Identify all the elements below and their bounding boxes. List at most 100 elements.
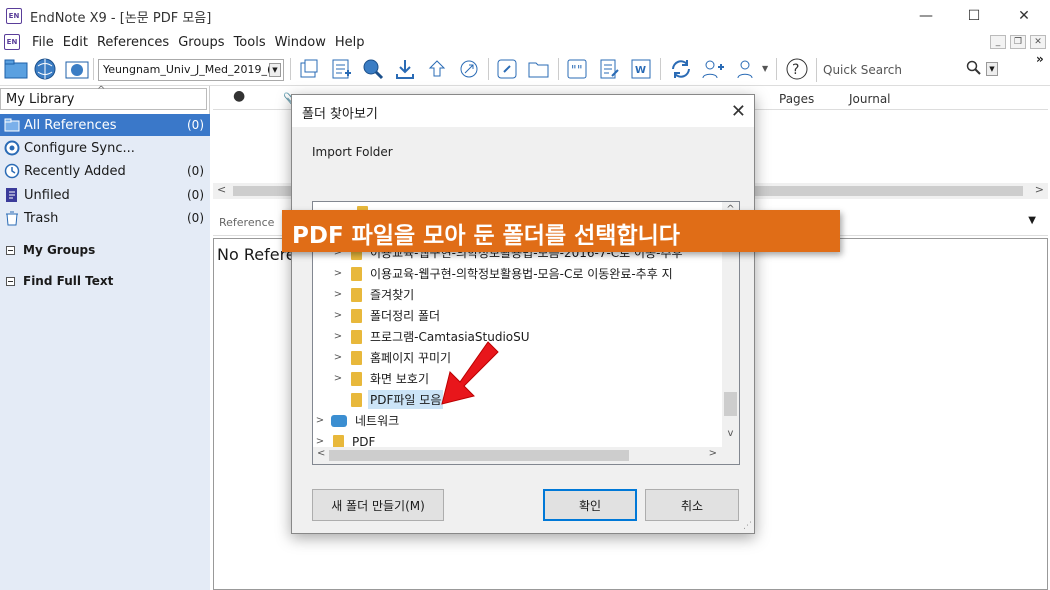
tab-reference[interactable]: Reference — [219, 216, 274, 229]
search-options-dropdown[interactable]: ▼ — [986, 62, 998, 76]
sync-icon — [4, 140, 20, 156]
new-folder-button[interactable]: 새 폴더 만들기(M) — [312, 489, 444, 521]
sync-icon[interactable] — [668, 56, 694, 82]
local-library-mode-icon[interactable] — [3, 56, 29, 82]
menu-help[interactable]: Help — [335, 35, 365, 50]
scrollbar-thumb[interactable] — [724, 392, 737, 416]
library-item-trash[interactable]: Trash (0) — [0, 207, 210, 229]
mdi-minimize-button[interactable]: _ — [990, 35, 1006, 49]
menu-edit[interactable]: Edit — [63, 35, 88, 50]
help-icon[interactable]: ? — [784, 56, 810, 82]
panel-options-icon[interactable]: ▼ — [1028, 215, 1036, 226]
minimize-button[interactable]: — — [902, 0, 950, 32]
maximize-button[interactable]: ☐ — [950, 0, 998, 32]
share-activity-icon[interactable] — [734, 56, 760, 82]
scroll-right-icon[interactable]: > — [1035, 183, 1044, 196]
tree-horizontal-scrollbar[interactable]: < > — [313, 447, 739, 464]
svg-text:W: W — [635, 65, 646, 76]
library-item-configure-sync[interactable]: Configure Sync... — [0, 137, 210, 159]
menu-window[interactable]: Window — [275, 35, 326, 50]
collapse-icon — [6, 245, 15, 255]
menu-groups[interactable]: Groups — [178, 35, 224, 50]
library-item-unfiled[interactable]: Unfiled (0) — [0, 184, 210, 206]
chevron-right-icon[interactable]: > — [315, 436, 325, 447]
output-style-select[interactable]: Yeungnam_Univ_J_Med_2019_( ▼ — [98, 59, 284, 81]
toolbar-overflow-icon[interactable]: » — [1036, 52, 1044, 66]
export-icon[interactable] — [424, 56, 450, 82]
online-search-icon[interactable] — [360, 56, 386, 82]
open-link-icon[interactable] — [456, 56, 482, 82]
column-pages[interactable]: Pages — [779, 92, 814, 106]
title-bar: EN EndNote X9 - [논문 PDF 모음] — [0, 0, 1050, 32]
menu-bar: EN File Edit References Groups Tools Win… — [0, 32, 1050, 52]
endnote-menu-icon[interactable]: EN — [4, 34, 20, 50]
trash-icon — [4, 210, 20, 226]
chevron-right-icon[interactable]: > — [333, 352, 343, 363]
scroll-right-icon[interactable]: > — [709, 448, 717, 459]
chevron-right-icon[interactable]: > — [333, 331, 343, 342]
find-full-text-icon[interactable] — [392, 56, 418, 82]
group-header-my-groups[interactable]: My Groups — [6, 243, 95, 257]
chevron-right-icon[interactable]: > — [333, 289, 343, 300]
collapse-caret-icon[interactable]: ^ — [97, 85, 105, 96]
library-item-recently-added[interactable]: Recently Added (0) — [0, 160, 210, 182]
menu-references[interactable]: References — [97, 35, 169, 50]
mdi-close-button[interactable]: ✕ — [1030, 35, 1046, 49]
library-item-label: Configure Sync... — [24, 140, 135, 156]
menu-file[interactable]: File — [32, 35, 54, 50]
column-journal[interactable]: Journal — [849, 92, 891, 106]
library-item-label: Recently Added — [24, 163, 126, 179]
format-bibliography-icon[interactable] — [596, 56, 622, 82]
new-reference-icon[interactable] — [328, 56, 354, 82]
library-item-label: Unfiled — [24, 187, 70, 203]
library-item-all-references[interactable]: All References (0) — [0, 114, 210, 136]
folder-icon — [351, 266, 362, 281]
scroll-left-icon[interactable]: < — [317, 448, 325, 459]
tree-item-selected[interactable]: PDF파일 모음 — [333, 389, 739, 410]
tree-item[interactable]: > 프로그램-CamtasiaStudioSU — [333, 326, 739, 347]
library-item-count: (0) — [187, 211, 204, 225]
tree-item[interactable]: > 즐겨찾기 — [333, 284, 739, 305]
library-item-label: All References — [24, 117, 117, 133]
read-status-column-icon[interactable]: ● — [233, 88, 245, 104]
scrollbar-thumb[interactable] — [329, 450, 629, 461]
close-icon[interactable]: ✕ — [731, 101, 746, 122]
chevron-right-icon[interactable]: > — [333, 310, 343, 321]
tree-item[interactable]: > 폴더정리 폴더 — [333, 305, 739, 326]
chevron-right-icon[interactable]: > — [315, 415, 325, 426]
open-file-icon[interactable] — [526, 56, 552, 82]
svg-text:?: ? — [792, 62, 799, 78]
search-icon[interactable] — [966, 60, 982, 80]
all-references-icon — [4, 117, 20, 133]
svg-text:": " — [571, 63, 577, 77]
online-search-mode-icon[interactable] — [32, 56, 58, 82]
share-library-icon[interactable] — [700, 56, 726, 82]
tree-item[interactable]: > 화면 보호기 — [333, 368, 739, 389]
chevron-right-icon[interactable]: > — [333, 373, 343, 384]
tree-item[interactable]: > 네트워크 — [315, 410, 725, 431]
library-item-count: (0) — [187, 188, 204, 202]
integrated-library-mode-icon[interactable] — [64, 56, 90, 82]
ok-button[interactable]: 확인 — [543, 489, 637, 521]
cancel-button[interactable]: 취소 — [645, 489, 739, 521]
attach-file-icon[interactable] — [494, 56, 520, 82]
insert-citation-icon[interactable]: " " — [564, 56, 590, 82]
share-dropdown-arrow[interactable]: ▼ — [762, 64, 768, 73]
scroll-down-icon[interactable]: v — [722, 428, 739, 439]
resize-grip-icon[interactable]: ⋰ — [743, 521, 752, 531]
clock-icon — [4, 163, 20, 179]
my-library-header[interactable]: My Library ^ — [0, 85, 207, 110]
network-icon — [331, 414, 347, 427]
tree-item[interactable]: > 홈페이지 꾸미기 — [333, 347, 739, 368]
chevron-right-icon[interactable]: > — [333, 268, 343, 279]
word-icon[interactable]: W — [628, 56, 654, 82]
close-button[interactable]: ✕ — [1000, 0, 1048, 32]
copy-formatted-icon[interactable] — [296, 56, 322, 82]
menu-tools[interactable]: Tools — [234, 35, 266, 50]
group-header-find-full-text[interactable]: Find Full Text — [6, 274, 113, 288]
mdi-restore-button[interactable]: ❐ — [1010, 35, 1026, 49]
library-item-count: (0) — [187, 164, 204, 178]
scroll-left-icon[interactable]: < — [217, 183, 226, 196]
tree-item[interactable]: > 이용교육-웹구현-의학정보활용법-모음-C로 이동완료-추후 지 — [333, 263, 739, 284]
endnote-app-icon: EN — [6, 8, 22, 24]
